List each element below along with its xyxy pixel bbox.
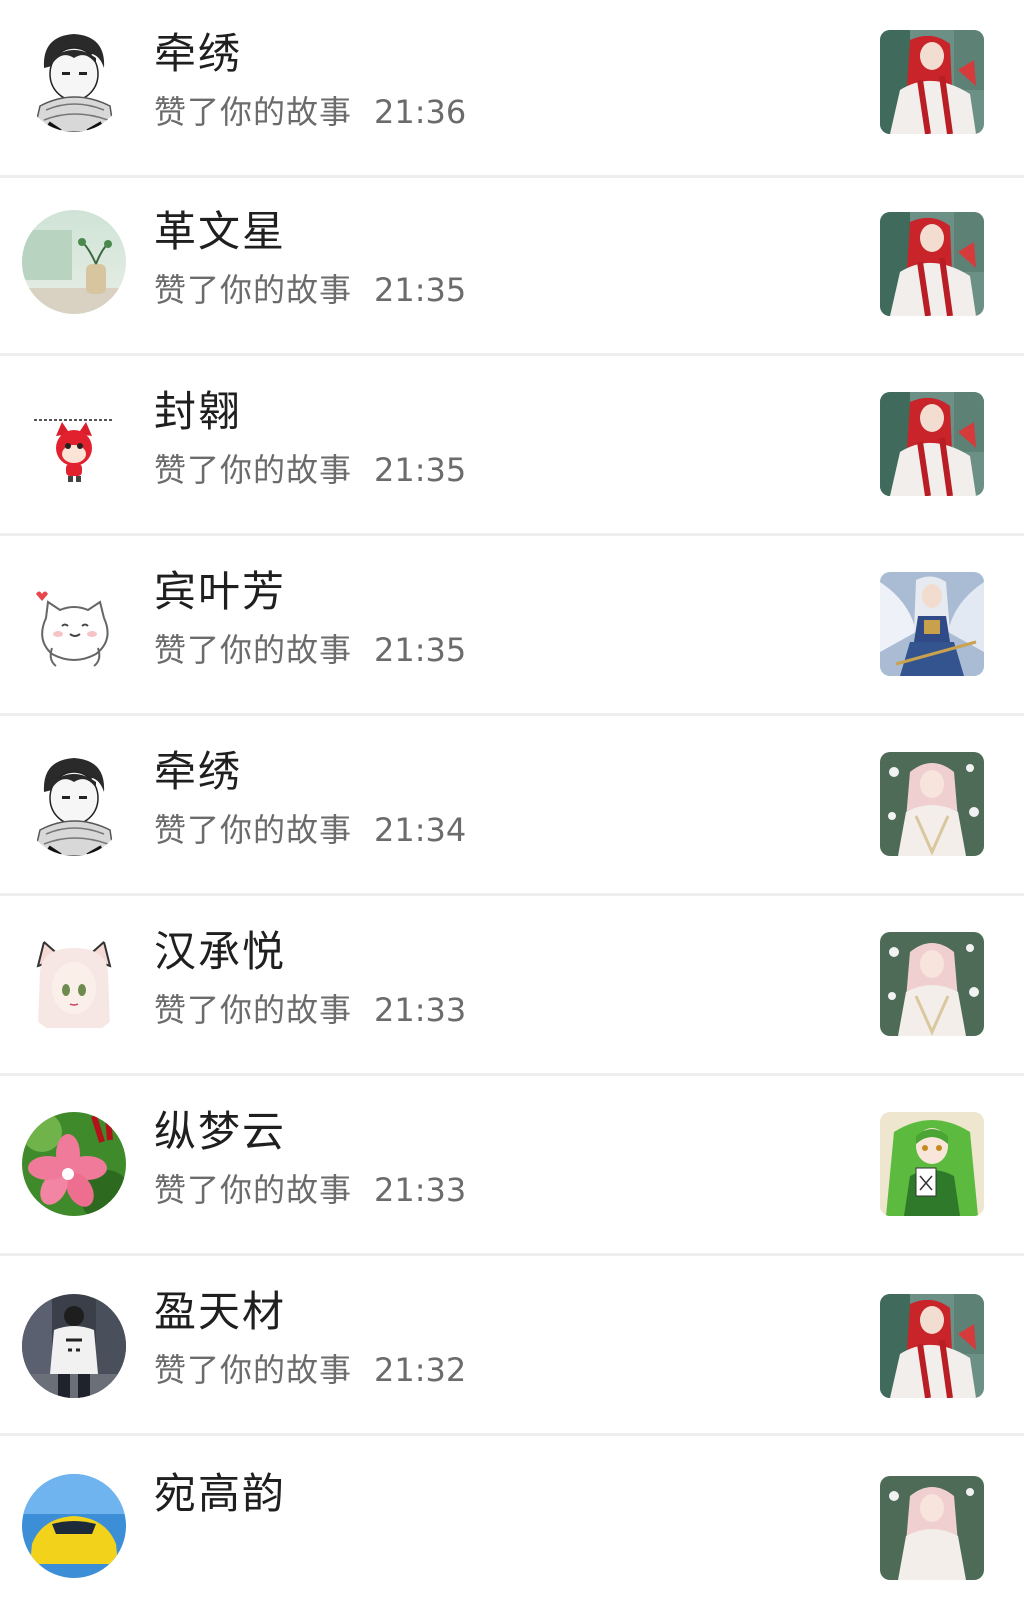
user-name[interactable]: 汉承悦 [154,926,286,978]
notification-text: 赞了你的故事 21:35 [154,628,466,672]
timestamp: 21:32 [374,1351,467,1389]
red-white-girl-thumbnail[interactable] [880,30,984,134]
plant-vase-avatar[interactable] [22,210,126,314]
notification-text: 赞了你的故事 21:35 [154,448,466,492]
user-name[interactable]: 封翱 [154,386,242,438]
user-name[interactable]: 纵梦云 [154,1106,286,1158]
user-name[interactable]: 宛高韵 [154,1468,286,1520]
street-person-avatar[interactable] [22,1294,126,1398]
action-text: 赞了你的故事 [154,631,353,669]
action-text: 赞了你的故事 [154,271,353,309]
user-name[interactable]: 盈天材 [154,1286,286,1338]
notification-text: 赞了你的故事 21:33 [154,1168,466,1212]
user-name[interactable]: 宾叶芳 [154,566,286,618]
pink-hair-girl-thumbnail[interactable] [880,932,984,1036]
notification-text: 赞了你的故事 21:36 [154,90,466,134]
timestamp: 21:35 [374,451,467,489]
yellow-car-avatar[interactable] [22,1474,126,1578]
notification-row[interactable]: 封翱 赞了你的故事 21:35 [0,358,1024,536]
green-hair-girl-thumbnail[interactable] [880,1112,984,1216]
timestamp: 21:33 [374,1171,467,1209]
notification-row[interactable]: 牵绣 赞了你的故事 21:34 [0,718,1024,896]
action-text: 赞了你的故事 [154,93,353,131]
notification-row[interactable]: 革文星 赞了你的故事 21:35 [0,178,1024,356]
pink-flower-avatar[interactable] [22,1112,126,1216]
red-white-girl-thumbnail[interactable] [880,212,984,316]
notification-text: 赞了你的故事 21:32 [154,1348,466,1392]
notification-text: 赞了你的故事 21:34 [154,808,466,852]
action-text: 赞了你的故事 [154,811,353,849]
angel-warrior-thumbnail[interactable] [880,572,984,676]
anime-boy-scarf-avatar[interactable] [22,28,126,132]
pink-hair-girl-thumbnail[interactable] [880,1476,984,1580]
notification-row[interactable]: 牵绣 赞了你的故事 21:36 [0,0,1024,178]
action-text: 赞了你的故事 [154,1171,353,1209]
notification-row[interactable]: 纵梦云 赞了你的故事 21:33 [0,1078,1024,1256]
timestamp: 21:35 [374,271,467,309]
white-cat-heart-avatar[interactable] [22,574,126,678]
user-name[interactable]: 革文星 [154,206,286,258]
red-white-girl-thumbnail[interactable] [880,1294,984,1398]
notification-list: 牵绣 赞了你的故事 21:36 革文星 赞了你的故事 21:35 封翱 赞了你的… [0,0,1024,1580]
timestamp: 21:33 [374,991,467,1029]
notification-row[interactable]: 宾叶芳 赞了你的故事 21:35 [0,538,1024,716]
anime-boy-scarf-avatar[interactable] [22,752,126,856]
timestamp: 21:36 [374,93,467,131]
notification-text: 赞了你的故事 21:33 [154,988,466,1032]
action-text: 赞了你的故事 [154,451,353,489]
cat-ear-girl-avatar[interactable] [22,932,126,1036]
red-fox-cartoon-avatar[interactable] [22,392,126,496]
timestamp: 21:35 [374,631,467,669]
user-name[interactable]: 牵绣 [154,746,242,798]
user-name[interactable]: 牵绣 [154,28,242,80]
notification-text: 赞了你的故事 21:35 [154,268,466,312]
pink-hair-girl-thumbnail[interactable] [880,752,984,856]
action-text: 赞了你的故事 [154,1351,353,1389]
red-white-girl-thumbnail[interactable] [880,392,984,496]
notification-row[interactable]: 盈天材 赞了你的故事 21:32 [0,1258,1024,1436]
timestamp: 21:34 [374,811,467,849]
action-text: 赞了你的故事 [154,991,353,1029]
notification-row[interactable]: 宛高韵 [0,1440,1024,1618]
notification-row[interactable]: 汉承悦 赞了你的故事 21:33 [0,898,1024,1076]
